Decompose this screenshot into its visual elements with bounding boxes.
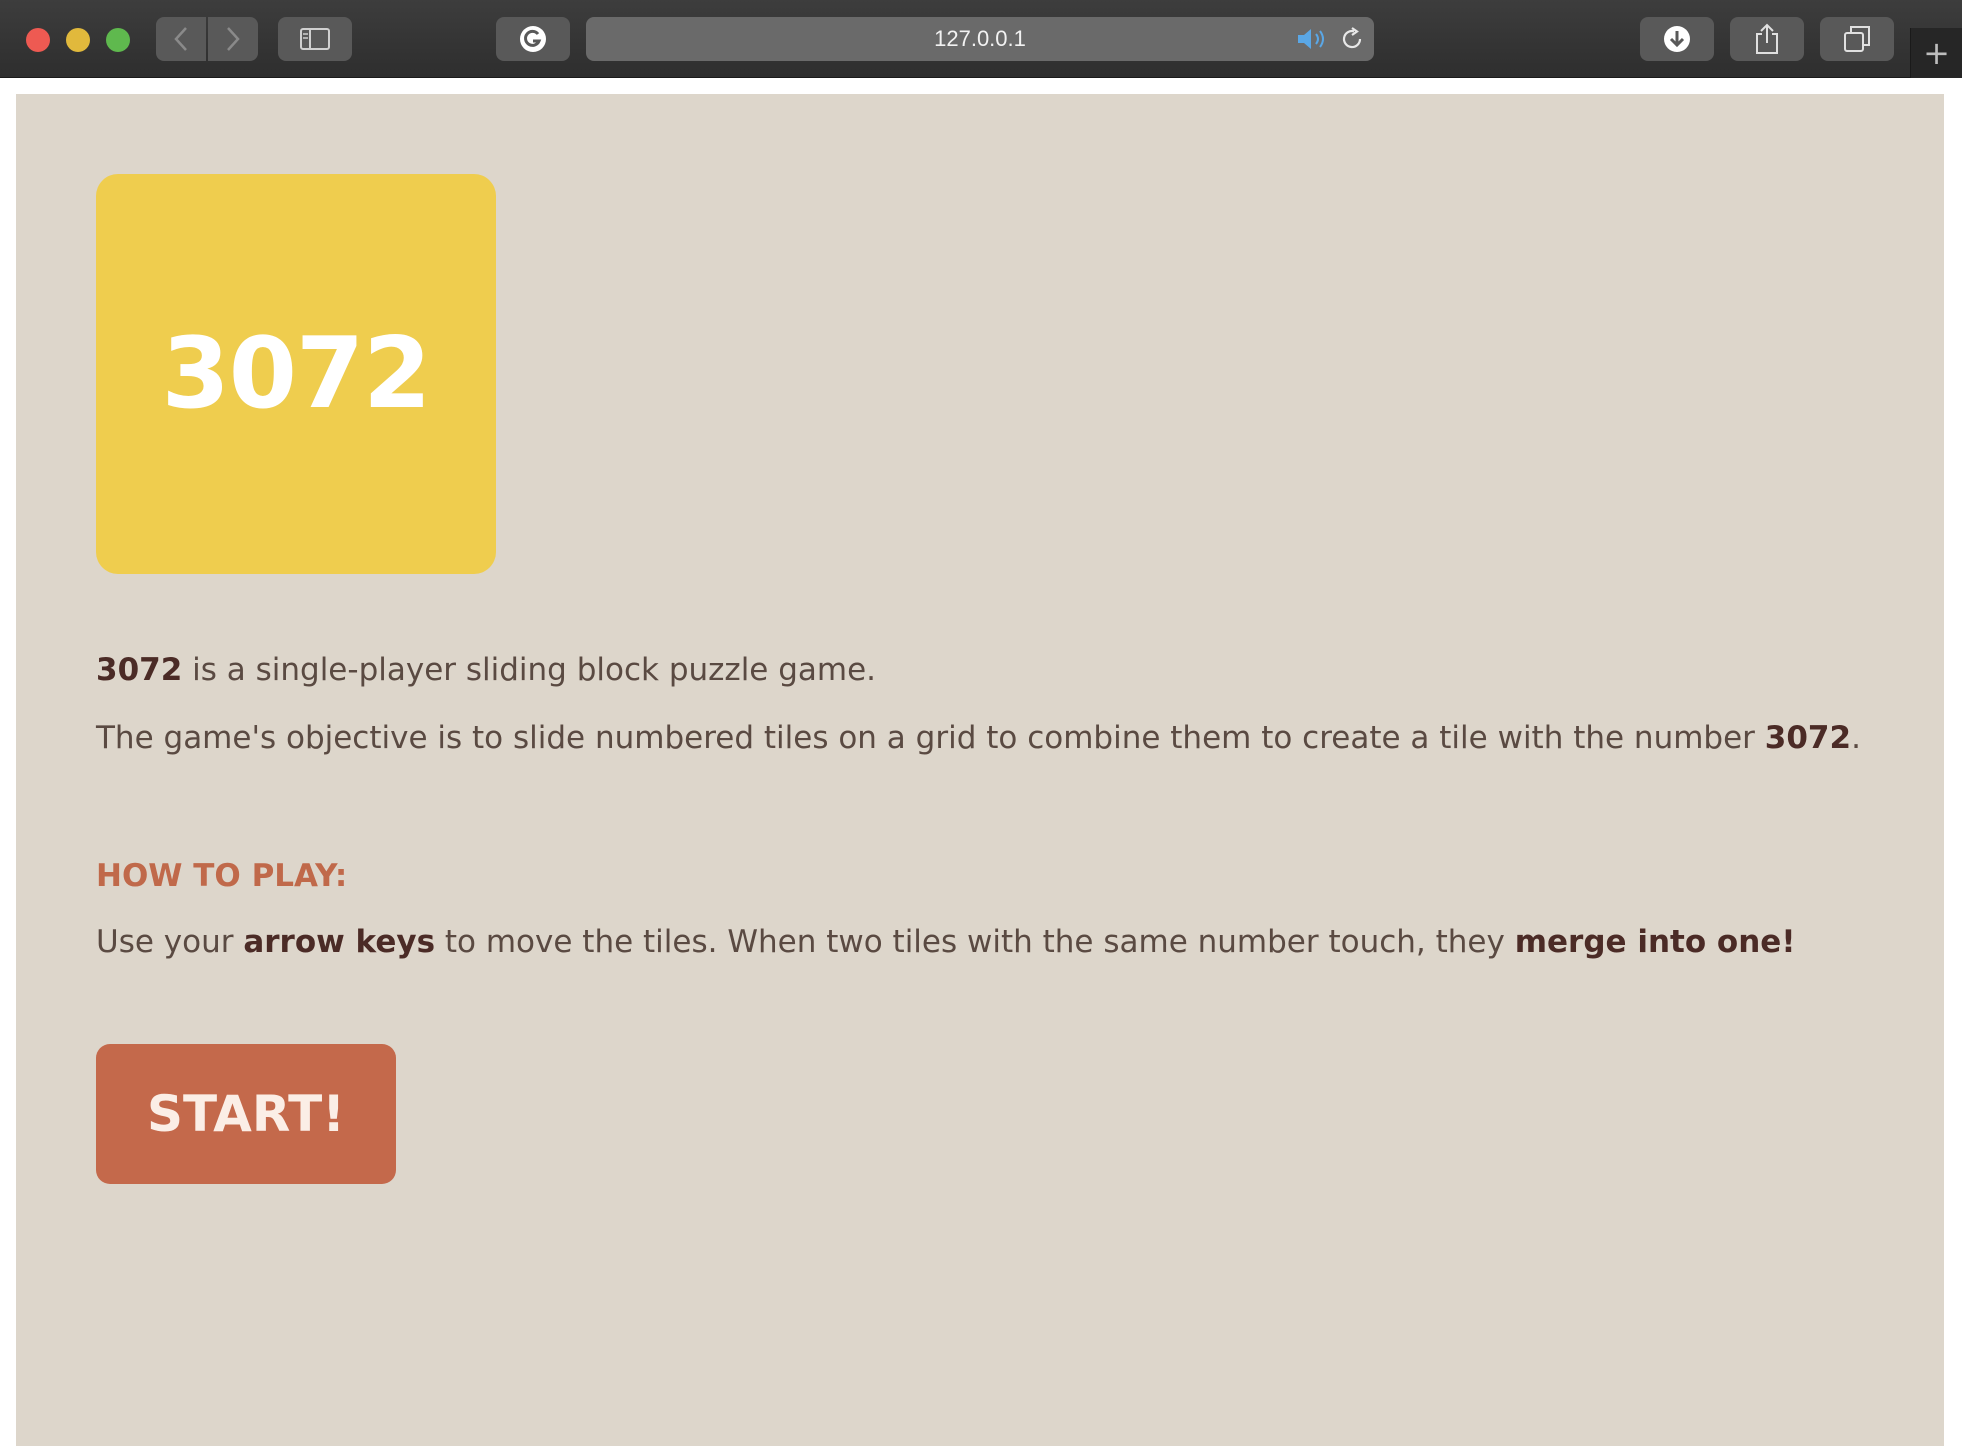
share-icon: [1756, 23, 1778, 54]
close-window-button[interactable]: [26, 28, 50, 52]
address-url: 127.0.0.1: [934, 26, 1026, 51]
intro-bold: 3072: [96, 652, 183, 688]
objective-end: .: [1851, 720, 1861, 756]
game-logo-tile: 3072: [96, 174, 496, 574]
back-button[interactable]: [156, 17, 206, 61]
tabs-icon: [1844, 26, 1870, 52]
forward-button[interactable]: [208, 17, 258, 61]
objective-paragraph: The game's objective is to slide numbere…: [96, 720, 1861, 756]
tabs-overview-button[interactable]: [1820, 17, 1894, 61]
instructions-part2: to move the tiles. When two tiles with t…: [435, 924, 1515, 960]
intro-paragraph: 3072 is a single-player sliding block pu…: [96, 652, 1856, 688]
instructions-merge: merge into one!: [1514, 924, 1796, 960]
objective-text: The game's objective is to slide numbere…: [96, 720, 1765, 756]
minimize-window-button[interactable]: [66, 28, 90, 52]
reload-icon[interactable]: [1340, 27, 1364, 57]
instructions-part1: Use your: [96, 924, 244, 960]
objective-bold: 3072: [1764, 720, 1852, 756]
browser-titlebar: 127.0.0.1 +: [0, 0, 1962, 78]
instructions-paragraph: Use your arrow keys to move the tiles. W…: [96, 924, 1856, 960]
start-button[interactable]: START!: [96, 1044, 396, 1184]
maximize-window-button[interactable]: [106, 28, 130, 52]
logo-number: 3072: [161, 317, 432, 431]
forward-icon: [227, 27, 240, 51]
instructions-arrow-keys: arrow keys: [243, 924, 436, 960]
download-button[interactable]: [1640, 17, 1714, 61]
sidebar-button[interactable]: [278, 17, 352, 61]
intro-text: is a single-player sliding block puzzle …: [182, 652, 877, 688]
share-button[interactable]: [1730, 17, 1804, 61]
address-bar[interactable]: 127.0.0.1: [586, 17, 1374, 61]
back-icon: [174, 27, 187, 51]
sidebar-icon: [300, 28, 330, 50]
download-icon: [1664, 26, 1690, 52]
grammarly-button[interactable]: [496, 17, 570, 61]
new-tab-button[interactable]: +: [1910, 28, 1962, 78]
navigation-buttons: [156, 17, 258, 61]
grammarly-icon: [520, 26, 546, 52]
how-to-play-heading: HOW TO PLAY:: [96, 858, 348, 894]
page-viewport: 3072 3072 is a single-player sliding blo…: [16, 94, 1944, 1446]
speaker-icon[interactable]: [1296, 27, 1330, 57]
